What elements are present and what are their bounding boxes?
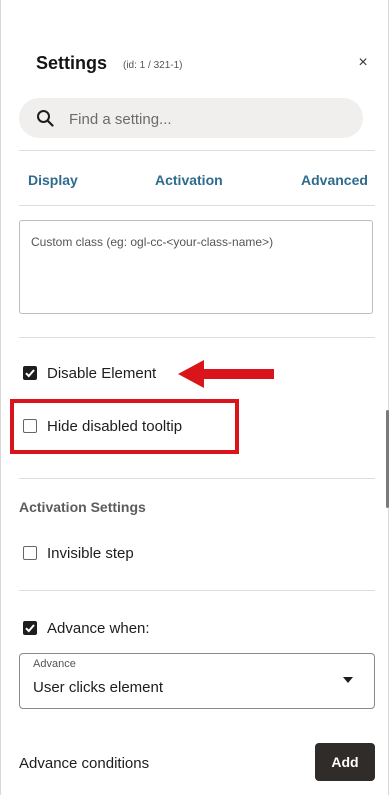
invisible-step-label: Invisible step — [47, 545, 134, 562]
checkmark-icon — [25, 624, 35, 633]
divider — [19, 478, 375, 479]
disable-element-label: Disable Element — [47, 365, 157, 382]
advance-when-label: Advance when: — [47, 620, 150, 637]
advance-conditions-label: Advance conditions — [19, 755, 150, 772]
element-id-label: (id: 1 / 321-1) — [123, 60, 183, 71]
search-icon — [37, 110, 54, 127]
advance-select-value: User clicks element — [33, 679, 164, 696]
disable-element-checkbox[interactable] — [23, 366, 37, 380]
settings-panel: Settings (id: 1 / 321-1) × Display Activ… — [0, 0, 389, 795]
custom-class-placeholder: Custom class (eg: ogl-cc-<your-class-nam… — [31, 235, 274, 249]
search-box[interactable] — [19, 98, 363, 140]
custom-class-field[interactable]: Custom class (eg: ogl-cc-<your-class-nam… — [19, 220, 373, 314]
advance-when-checkbox[interactable] — [23, 621, 37, 635]
activation-settings-heading: Activation Settings — [19, 499, 146, 515]
invisible-step-checkbox[interactable] — [23, 546, 37, 560]
divider — [19, 150, 375, 151]
advance-select-label: Advance — [33, 658, 76, 670]
add-condition-button[interactable]: Add — [315, 743, 375, 781]
advance-select[interactable]: Advance User clicks element — [19, 653, 375, 709]
checkmark-icon — [25, 369, 35, 378]
caret-down-icon — [343, 677, 353, 683]
divider — [19, 590, 375, 591]
tab-activation[interactable]: Activation — [155, 172, 223, 188]
hide-disabled-tooltip-label: Hide disabled tooltip — [47, 418, 183, 435]
search-input[interactable] — [67, 98, 351, 140]
divider — [19, 205, 375, 206]
tab-advanced[interactable]: Advanced — [301, 172, 368, 188]
panel-title: Settings — [36, 53, 108, 73]
tab-display[interactable]: Display — [28, 172, 78, 188]
divider — [19, 337, 375, 338]
red-arrow-annotation — [178, 360, 274, 388]
close-button[interactable]: × — [353, 53, 373, 73]
hide-disabled-tooltip-checkbox[interactable] — [23, 419, 37, 433]
